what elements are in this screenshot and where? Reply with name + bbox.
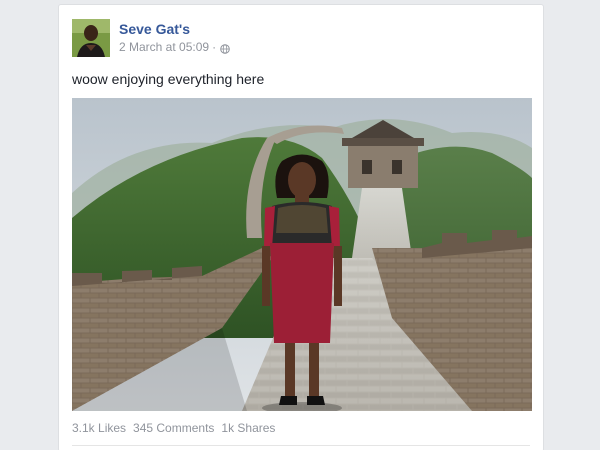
post-timestamp[interactable]: 2 March at 05:09: [119, 40, 209, 55]
avatar[interactable]: [72, 19, 110, 57]
post-text: woow enjoying everything here: [72, 71, 265, 87]
great-wall-photo[interactable]: [72, 98, 532, 411]
meta-separator: ·: [212, 40, 217, 54]
post-card: Seve Gat's 2 March at 05:09 · woow enjoy…: [58, 4, 544, 450]
globe-icon[interactable]: [220, 43, 230, 54]
post-meta: 2 March at 05:09 ·: [119, 40, 230, 55]
shares-count[interactable]: 1k Shares: [221, 421, 275, 436]
divider: [72, 445, 530, 446]
author-name[interactable]: Seve Gat's: [119, 21, 190, 37]
post-stats: 3.1k Likes 345 Comments 1k Shares: [72, 421, 275, 436]
comments-count[interactable]: 345 Comments: [133, 421, 214, 436]
likes-count[interactable]: 3.1k Likes: [72, 421, 126, 436]
